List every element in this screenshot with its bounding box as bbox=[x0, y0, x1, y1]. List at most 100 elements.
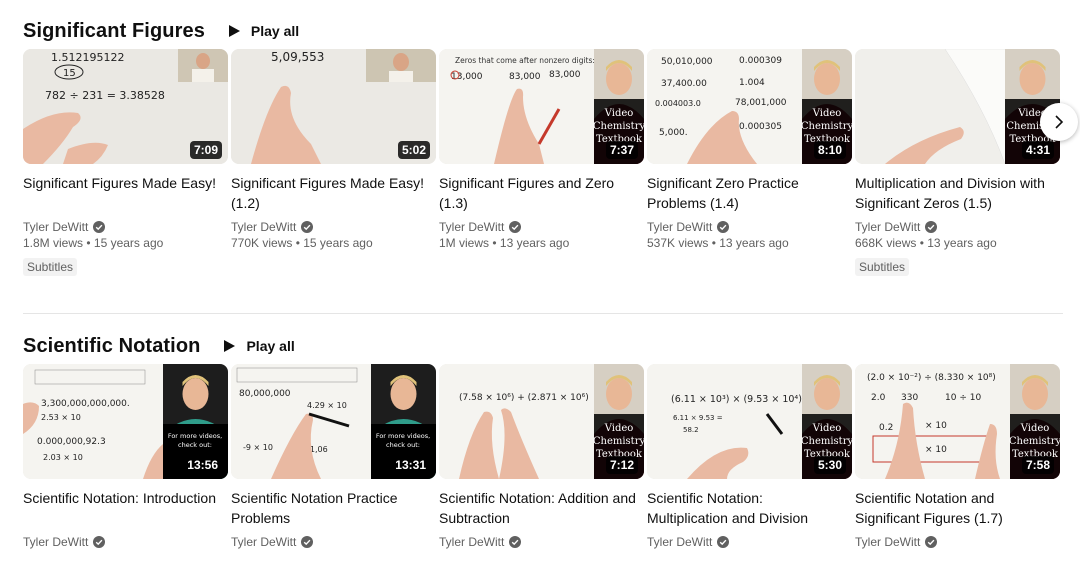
meta-separator: • bbox=[916, 236, 928, 250]
video-thumbnail[interactable]: (7.58 × 10⁶) + (2.871 × 10⁶) Video Chemist… bbox=[439, 364, 644, 479]
thumbnail-text: 80,000,000 bbox=[239, 389, 291, 399]
play-icon bbox=[228, 25, 240, 37]
video-title[interactable]: Scientific Notation: Addition and Subtra… bbox=[439, 488, 644, 528]
video-thumbnail[interactable]: Video Chemistry Textbook 4:31 bbox=[855, 49, 1060, 164]
upload-age: 15 years ago bbox=[303, 236, 373, 250]
duration-badge: 7:37 bbox=[605, 141, 638, 159]
promo-text: check out: bbox=[178, 441, 212, 449]
play-all-button[interactable]: Play all bbox=[227, 23, 299, 39]
video-chemistry-textbook-label: Chemistry bbox=[801, 121, 852, 132]
thumbnail-text: 3,300,000,000,000. bbox=[41, 399, 130, 409]
video-title[interactable]: Multiplication and Division with Signifi… bbox=[855, 173, 1060, 213]
channel-name[interactable]: Tyler DeWitt bbox=[23, 220, 88, 234]
thumbnail-text: 0.000309 bbox=[739, 56, 782, 66]
thumbnail-text: × 10 bbox=[925, 421, 947, 431]
thumbnail-text: 58.2 bbox=[683, 426, 699, 434]
video-title[interactable]: Scientific Notation Practice Problems bbox=[231, 488, 436, 528]
presenter-head bbox=[814, 378, 840, 410]
channel-name[interactable]: Tyler DeWitt bbox=[23, 535, 88, 549]
channel-row: Tyler DeWitt bbox=[439, 218, 644, 235]
channel-name[interactable]: Tyler DeWitt bbox=[439, 535, 504, 549]
video-thumbnail[interactable]: (2.0 × 10⁻²) ÷ (8.330 × 10⁸) 2.0 330 10 ÷ 1… bbox=[855, 364, 1060, 479]
channel-row: Tyler DeWitt bbox=[647, 218, 852, 235]
section-divider bbox=[23, 313, 1063, 314]
shelf-header: Significant Figures Play all bbox=[23, 16, 299, 46]
thumbnail-text: 330 bbox=[901, 393, 918, 403]
channel-name[interactable]: Tyler DeWitt bbox=[647, 535, 712, 549]
thumbnail-text: Zeros that come after nonzero digits: bbox=[455, 56, 595, 65]
video-title[interactable]: Scientific Notation: Introduction bbox=[23, 488, 228, 528]
video-thumbnail[interactable]: 80,000,000 4.29 × 10 -9 × 10 -1,06 For more … bbox=[231, 364, 436, 479]
channel-name[interactable]: Tyler DeWitt bbox=[439, 220, 504, 234]
video-meta: 1M views • 13 years ago bbox=[439, 236, 644, 253]
video-card[interactable]: 5,09,553 5:02 Significant Figures Made Eas… bbox=[231, 49, 436, 276]
play-all-button[interactable]: Play all bbox=[222, 338, 295, 354]
thumbnail-text: 1.004 bbox=[739, 78, 765, 88]
video-chemistry-textbook-label: Video bbox=[812, 108, 842, 119]
meta-separator: • bbox=[708, 236, 720, 250]
presenter-head bbox=[1019, 63, 1046, 95]
shelf-title[interactable]: Significant Figures bbox=[23, 20, 205, 43]
upload-age: 13 years ago bbox=[719, 236, 789, 250]
promo-text: check out: bbox=[386, 441, 420, 449]
channel-name[interactable]: Tyler DeWitt bbox=[231, 220, 296, 234]
thumbnail-text: 0.000305 bbox=[739, 122, 782, 132]
video-meta: 770K views • 15 years ago bbox=[231, 236, 436, 253]
channel-row: Tyler DeWitt bbox=[439, 533, 644, 550]
video-chemistry-textbook-label: Video bbox=[812, 423, 842, 434]
view-count: 1M views bbox=[439, 236, 490, 250]
upload-age: 13 years ago bbox=[499, 236, 570, 250]
verified-check-icon bbox=[925, 220, 938, 233]
video-title[interactable]: Significant Figures and Zero (1.3) bbox=[439, 173, 644, 213]
thumbnail-text: -9 × 10 bbox=[243, 443, 273, 452]
duration-badge: 7:58 bbox=[1021, 456, 1054, 474]
video-title[interactable]: Significant Figures Made Easy! bbox=[23, 173, 228, 213]
channel-name[interactable]: Tyler DeWitt bbox=[855, 535, 920, 549]
video-thumbnail[interactable]: 1.512195122 15 782 ÷ 231 = 3.38528 7:09 bbox=[23, 49, 228, 164]
channel-name[interactable]: Tyler DeWitt bbox=[231, 535, 296, 549]
video-card[interactable]: 80,000,000 4.29 × 10 -9 × 10 -1,06 For more … bbox=[231, 364, 436, 550]
thumbnail-text: 50,010,000 bbox=[661, 57, 713, 67]
video-thumbnail[interactable]: 50,010,000 0.000309 37,400.00 1.004 0.004003… bbox=[647, 49, 852, 164]
view-count: 770K views bbox=[231, 236, 293, 250]
channel-row: Tyler DeWitt bbox=[855, 533, 1060, 550]
next-button[interactable] bbox=[1040, 103, 1078, 141]
channel-name[interactable]: Tyler DeWitt bbox=[647, 220, 712, 234]
video-meta: 537K views • 13 years ago bbox=[647, 236, 852, 253]
video-title[interactable]: Significant Figures Made Easy! (1.2) bbox=[231, 173, 436, 213]
video-thumbnail[interactable]: 5,09,553 5:02 bbox=[231, 49, 436, 164]
shelf-header: Scientific Notation Play all bbox=[23, 331, 295, 361]
thumbnail-text: 4.29 × 10 bbox=[307, 401, 347, 410]
video-thumbnail[interactable]: Zeros that come after nonzero digits: 13,… bbox=[439, 49, 644, 164]
verified-check-icon bbox=[93, 220, 106, 233]
subtitles-badge: Subtitles bbox=[855, 258, 910, 276]
thumbnail-text: 83,000 bbox=[509, 72, 541, 82]
video-card[interactable]: (6.11 × 10³) × (9.53 × 10⁴) 6.11 × 9.53 =… bbox=[647, 364, 852, 550]
video-card[interactable]: 1.512195122 15 782 ÷ 231 = 3.38528 7:09 Sign… bbox=[23, 49, 228, 276]
upload-age: 15 years ago bbox=[93, 236, 164, 250]
duration-badge: 8:10 bbox=[813, 141, 846, 159]
video-chemistry-textbook-label: Chemistry bbox=[593, 121, 644, 132]
duration-badge: 4:31 bbox=[1021, 141, 1054, 159]
presenter-head bbox=[1022, 378, 1048, 410]
shelf-title[interactable]: Scientific Notation bbox=[23, 335, 200, 358]
video-thumbnail[interactable]: 3,300,000,000,000. 2.53 × 10 0.000,000,92.… bbox=[23, 364, 228, 479]
video-card[interactable]: 3,300,000,000,000. 2.53 × 10 0.000,000,92.… bbox=[23, 364, 228, 550]
video-card[interactable]: (2.0 × 10⁻²) ÷ (8.330 × 10⁸) 2.0 330 10 ÷ 1… bbox=[855, 364, 1060, 550]
video-title[interactable]: Scientific Notation and Significant Figu… bbox=[855, 488, 1060, 528]
duration-badge: 5:30 bbox=[813, 456, 846, 474]
channel-name[interactable]: Tyler DeWitt bbox=[855, 220, 920, 234]
video-card[interactable]: Zeros that come after nonzero digits: 13,… bbox=[439, 49, 644, 276]
video-title[interactable]: Scientific Notation: Multiplication and … bbox=[647, 488, 852, 528]
play-all-label: Play all bbox=[246, 338, 295, 354]
video-thumbnail[interactable]: (6.11 × 10³) × (9.53 × 10⁴) 6.11 × 9.53 =… bbox=[647, 364, 852, 479]
video-card[interactable]: (7.58 × 10⁶) + (2.871 × 10⁶) Video Chemist… bbox=[439, 364, 644, 550]
presenter-head bbox=[390, 378, 417, 410]
video-card[interactable]: 50,010,000 0.000309 37,400.00 1.004 0.004003… bbox=[647, 49, 852, 276]
presenter-head bbox=[606, 378, 632, 410]
shelf-significant-figures: Significant Figures Play all 1.512195122… bbox=[0, 16, 1080, 306]
video-card[interactable]: Video Chemistry Textbook 4:31 Multiplication… bbox=[855, 49, 1060, 276]
verified-check-icon bbox=[509, 220, 522, 233]
video-title[interactable]: Significant Zero Practice Problems (1.4) bbox=[647, 173, 852, 213]
video-meta: 668K views • 13 years ago bbox=[855, 236, 1060, 253]
